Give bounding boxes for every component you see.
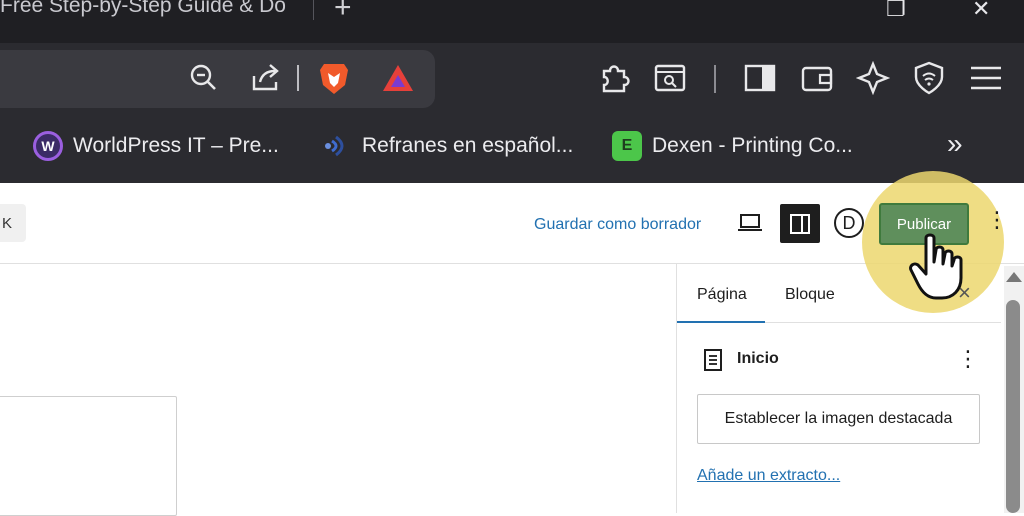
vpn-shield-icon[interactable]: [911, 60, 947, 96]
sidebar-toggle-icon[interactable]: [742, 60, 778, 96]
page-title: Inicio: [737, 350, 779, 367]
bookmark-label: WorldPress IT – Pre...: [73, 134, 279, 157]
browser-tab-title[interactable]: Free Step-by-Step Guide & Do: [0, 0, 286, 18]
new-tab-button[interactable]: +: [334, 0, 352, 23]
minimize-button[interactable]: —: [800, 0, 822, 10]
brave-shields-lion-icon[interactable]: [316, 60, 352, 96]
extensions-puzzle-icon[interactable]: [597, 60, 633, 96]
toolbar-divider: [297, 65, 299, 91]
tab-pagina[interactable]: Página: [697, 286, 747, 304]
featured-image-button[interactable]: Establecer la imagen destacada: [697, 394, 980, 444]
scroll-up-icon[interactable]: [1006, 272, 1022, 282]
reader-mode-icon[interactable]: [652, 60, 688, 96]
browser-tab-bar: Free Step-by-Step Guide & Do + — ❐ ✕: [0, 0, 1024, 43]
hamburger-menu-icon[interactable]: [968, 60, 1004, 96]
bookmark-label: Dexen - Printing Co...: [652, 134, 853, 157]
sound-favicon-icon: [322, 131, 352, 161]
command-palette-button[interactable]: K: [0, 204, 26, 242]
active-tab-indicator: [677, 321, 765, 323]
content-block[interactable]: [0, 396, 177, 516]
divi-builder-icon[interactable]: D: [834, 208, 864, 238]
bookmark-item[interactable]: Refranes en español...: [322, 129, 573, 163]
worldpress-favicon-icon: W: [33, 131, 63, 161]
add-excerpt-link[interactable]: Añade un extracto...: [697, 467, 840, 485]
browser-toolbar: [0, 43, 1024, 111]
share-icon[interactable]: [248, 59, 284, 95]
close-window-button[interactable]: ✕: [972, 0, 990, 22]
dexen-favicon-icon: E: [612, 131, 642, 161]
leo-ai-icon[interactable]: [855, 60, 891, 96]
save-draft-button[interactable]: Guardar como borrador: [534, 216, 701, 234]
bookmark-item[interactable]: W WorldPress IT – Pre...: [33, 129, 279, 163]
brave-rewards-triangle-icon[interactable]: [380, 60, 416, 96]
tab-bloque[interactable]: Bloque: [785, 286, 835, 304]
page-document-icon: [704, 349, 722, 376]
zoom-out-icon[interactable]: [185, 59, 221, 95]
editor-options-icon[interactable]: ⋮: [986, 207, 1008, 233]
page-options-icon[interactable]: ⋮: [957, 346, 979, 372]
preview-icon[interactable]: [736, 212, 764, 239]
maximize-button[interactable]: ❐: [886, 0, 906, 22]
bookmarks-overflow-button[interactable]: »: [947, 128, 963, 160]
hand-pointer-cursor-icon: [908, 232, 968, 307]
settings-sidebar-toggle-icon[interactable]: [780, 204, 820, 243]
bookmarks-bar: W WorldPress IT – Pre... Refranes en esp…: [0, 111, 1024, 183]
wallet-icon[interactable]: [799, 60, 835, 96]
toolbar-divider: [714, 65, 716, 93]
scrollbar-thumb[interactable]: [1006, 300, 1020, 513]
bookmark-label: Refranes en español...: [362, 134, 574, 157]
tab-separator: [313, 0, 314, 20]
bookmark-item[interactable]: E Dexen - Printing Co...: [612, 129, 853, 163]
